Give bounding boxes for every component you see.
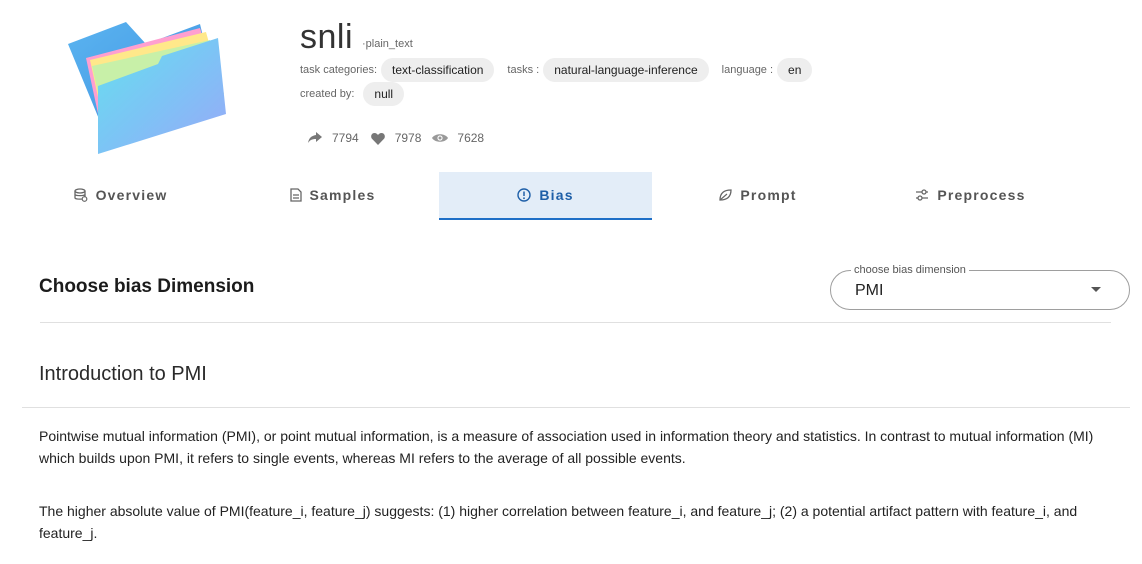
tab-prompt-label: Prompt [740, 187, 797, 203]
bias-dimension-select[interactable]: choose bias dimension PMI [830, 264, 1130, 310]
eye-icon[interactable] [431, 129, 449, 147]
meta-row-tasks: task categories: text-classification tas… [300, 58, 825, 82]
task-categories-label: task categories: [300, 64, 378, 76]
intro-paragraph-2: The higher absolute value of PMI(feature… [39, 503, 1078, 541]
task-category-chip[interactable]: text-classification [381, 58, 495, 82]
bias-select-value: PMI [855, 282, 884, 299]
divider [22, 407, 1130, 408]
sliders-icon [916, 189, 929, 201]
share-icon[interactable] [306, 129, 324, 147]
tab-overview-label: Overview [95, 187, 168, 203]
bias-section-title: Choose bias Dimension [39, 276, 255, 297]
language-chip[interactable]: en [777, 58, 813, 82]
tab-bias[interactable]: Bias [439, 172, 652, 220]
dataset-format: ·plain_text [362, 38, 413, 50]
intro-paragraph-1: Pointwise mutual information (PMI), or p… [39, 428, 1094, 466]
database-icon [73, 188, 87, 202]
task-chip[interactable]: natural-language-inference [543, 58, 709, 82]
tab-samples[interactable]: Samples [226, 172, 439, 218]
intro-heading: Introduction to PMI [39, 363, 207, 385]
meta-row-created: created by: null [300, 82, 417, 106]
leaf-icon [719, 189, 733, 201]
bias-select-label: choose bias dimension [851, 264, 969, 276]
created-by-chip[interactable]: null [363, 82, 405, 106]
chevron-down-icon[interactable] [1091, 287, 1101, 292]
heart-icon[interactable] [369, 129, 387, 147]
tab-prompt[interactable]: Prompt [651, 172, 864, 218]
divider [40, 322, 1111, 323]
tab-overview[interactable]: Overview [14, 172, 227, 218]
alert-circle-icon [517, 188, 532, 202]
document-icon [289, 188, 302, 202]
dataset-name: snli [300, 18, 354, 56]
tasks-label: tasks : [507, 64, 540, 76]
tab-bar: Overview Samples Bias Prompt Preprocess [0, 172, 1142, 220]
share-count: 7794 [332, 131, 359, 145]
language-label: language : [721, 64, 774, 76]
view-count: 7628 [457, 131, 485, 145]
stats-bar: 7794 7978 7628 [306, 129, 494, 147]
folder-icon [68, 22, 226, 154]
created-by-label: created by: [300, 88, 355, 100]
like-count: 7978 [394, 131, 422, 145]
tab-preprocess[interactable]: Preprocess [864, 172, 1077, 218]
tab-bias-label: Bias [539, 187, 574, 203]
tab-preprocess-label: Preprocess [937, 187, 1026, 203]
tab-samples-label: Samples [309, 187, 376, 203]
